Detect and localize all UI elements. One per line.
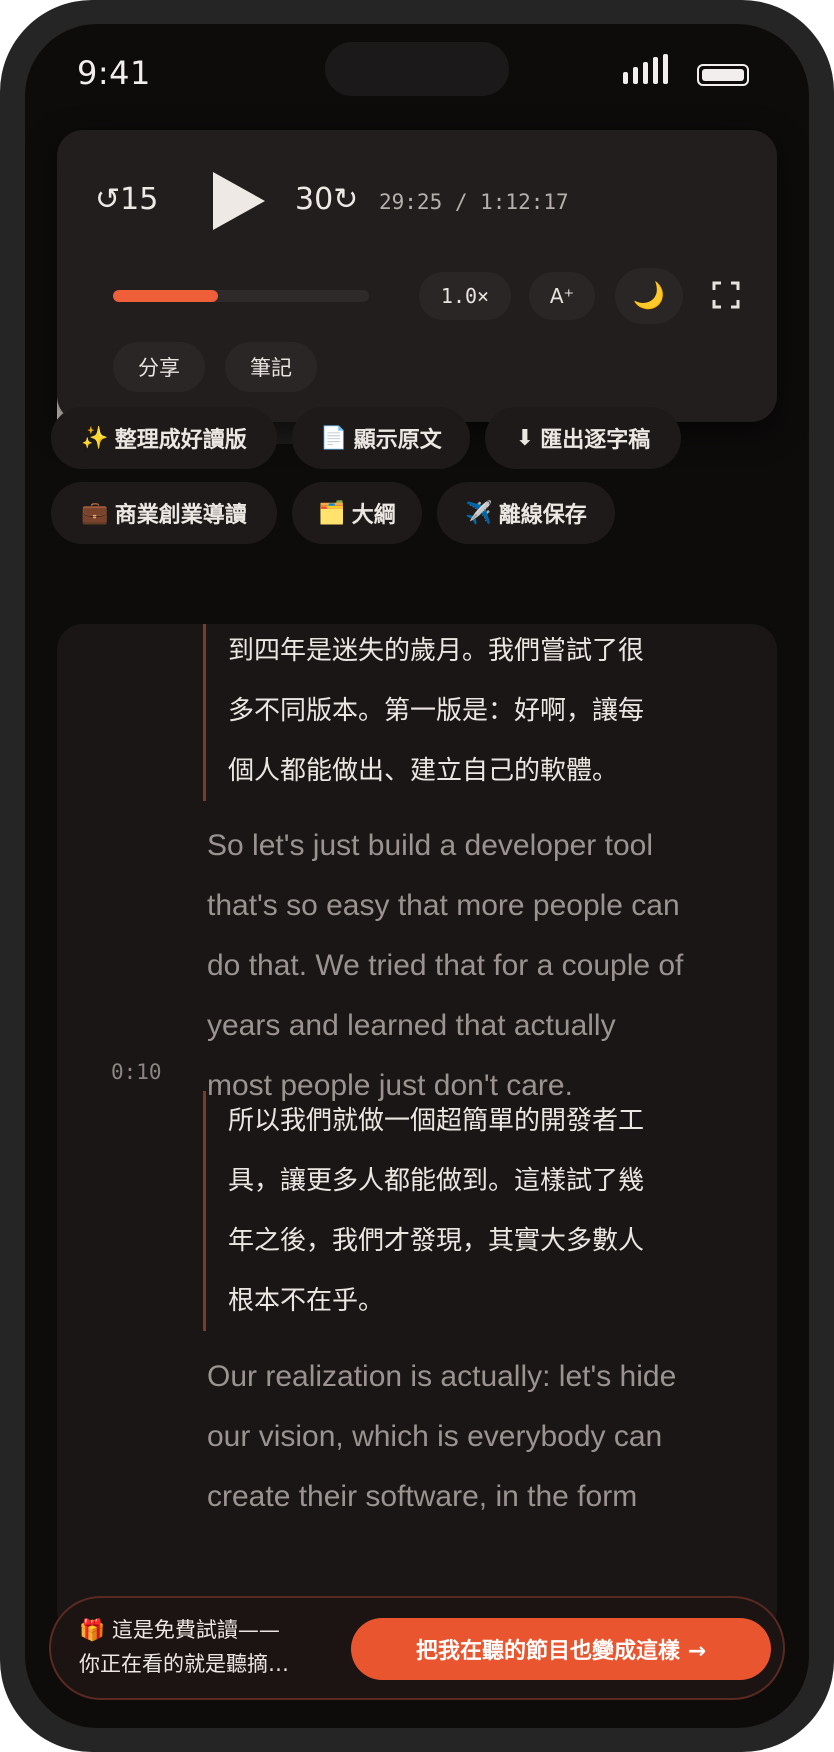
free-trial-banner: 🎁 這是免費試讀—— 你正在看的就是聽摘… 把我在聽的節目也變成這樣 →	[49, 1596, 785, 1700]
segment-timestamp[interactable]: 0:10	[111, 1060, 162, 1084]
action-readable-version[interactable]: ✨ 整理成好讀版	[51, 407, 277, 469]
transcript-panel: 到四年是迷失的歲月。我們嘗試了很 多不同版本。第一版是：好啊，讓每 個人都能做出…	[57, 624, 777, 1636]
original-line: that's so easy that more people can	[207, 889, 680, 922]
font-size-button[interactable]: A⁺	[529, 272, 595, 320]
action-label: 顯示原文	[353, 428, 442, 453]
translation-line: 多不同版本。第一版是：好啊，讓每	[228, 696, 645, 726]
battery-icon	[697, 64, 749, 86]
action-label: 整理成好讀版	[114, 428, 247, 453]
fullscreen-icon	[712, 281, 740, 309]
moon-icon: 🌙	[632, 281, 666, 311]
dynamic-island	[325, 42, 509, 96]
action-save-offline[interactable]: ✈️ 離線保存	[437, 482, 615, 544]
action-label: 離線保存	[498, 503, 587, 528]
action-show-original[interactable]: 📄 顯示原文	[292, 407, 470, 469]
original-line: our vision, which is everybody can	[207, 1420, 663, 1453]
action-export-transcript[interactable]: ⬇ 匯出逐字稿	[485, 407, 681, 469]
play-button[interactable]	[211, 170, 267, 232]
skip-back-button[interactable]: ↺15	[95, 182, 158, 217]
progress-slider[interactable]	[113, 290, 369, 302]
action-label: 匯出逐字稿	[540, 428, 651, 453]
translation-line: 具，讓更多人都能做到。這樣試了幾	[228, 1166, 645, 1196]
folder-icon: 🗂️	[318, 500, 346, 526]
sparkles-icon: ✨	[81, 425, 109, 451]
skip-forward-button[interactable]: 30↻	[295, 182, 358, 217]
playback-time: 29:25 / 1:12:17	[379, 190, 569, 214]
original-text-block: So let's just build a developer tool tha…	[207, 816, 747, 1116]
action-label: 商業創業導讀	[114, 503, 247, 528]
translation-line: 到四年是迷失的歲月。我們嘗試了很	[228, 636, 645, 666]
original-text-block: Our realization is actually: let's hide …	[207, 1347, 747, 1527]
translation-line: 年之後，我們才發現，其實大多數人	[228, 1226, 645, 1256]
play-icon	[213, 172, 265, 230]
translation-line: 根本不在乎。	[228, 1286, 385, 1316]
fullscreen-button[interactable]	[711, 280, 741, 310]
banner-subtitle: 你正在看的就是聽摘…	[79, 1652, 289, 1676]
airplane-icon: ✈️	[465, 500, 493, 526]
action-label: 大綱	[351, 503, 396, 528]
translation-line: 所以我們就做一個超簡單的開發者工	[228, 1106, 645, 1136]
convert-my-podcast-button[interactable]: 把我在聽的節目也變成這樣 →	[351, 1618, 771, 1680]
app-screen: 9:41 ↺15 30↻ 29:25 / 1:12:17 1.0× A⁺ 🌙 分…	[25, 24, 809, 1728]
document-icon: 📄	[320, 425, 348, 451]
progress-fill	[113, 290, 218, 302]
translation-block: 所以我們就做一個超簡單的開發者工 具，讓更多人都能做到。這樣試了幾 年之後，我們…	[203, 1091, 728, 1331]
action-business-guide[interactable]: 💼 商業創業導讀	[51, 482, 277, 544]
share-button[interactable]: 分享	[113, 342, 205, 392]
signal-icon	[623, 54, 673, 84]
translation-block: 到四年是迷失的歲月。我們嘗試了很 多不同版本。第一版是：好啊，讓每 個人都能做出…	[203, 624, 728, 801]
original-line: do that. We tried that for a couple of	[207, 949, 684, 982]
original-line: So let's just build a developer tool	[207, 829, 654, 862]
download-icon: ⬇	[515, 425, 535, 451]
original-line: years and learned that actually	[207, 1009, 616, 1042]
translation-line: 個人都能做出、建立自己的軟體。	[228, 756, 619, 786]
action-outline[interactable]: 🗂️ 大綱	[292, 482, 422, 544]
status-time: 9:41	[77, 54, 151, 92]
audio-player-card: ↺15 30↻ 29:25 / 1:12:17 1.0× A⁺ 🌙 分享 筆記	[57, 130, 777, 422]
playback-speed-button[interactable]: 1.0×	[419, 272, 511, 320]
original-line: Our realization is actually: let's hide	[207, 1360, 677, 1393]
banner-title: 🎁 這是免費試讀——	[79, 1618, 280, 1642]
briefcase-icon: 💼	[81, 500, 109, 526]
note-button[interactable]: 筆記	[225, 342, 317, 392]
theme-toggle-button[interactable]: 🌙	[615, 268, 683, 324]
original-line: create their software, in the form	[207, 1480, 638, 1513]
status-bar: 9:41	[25, 24, 809, 132]
phone-frame: 9:41 ↺15 30↻ 29:25 / 1:12:17 1.0× A⁺ 🌙 分…	[0, 0, 834, 1752]
